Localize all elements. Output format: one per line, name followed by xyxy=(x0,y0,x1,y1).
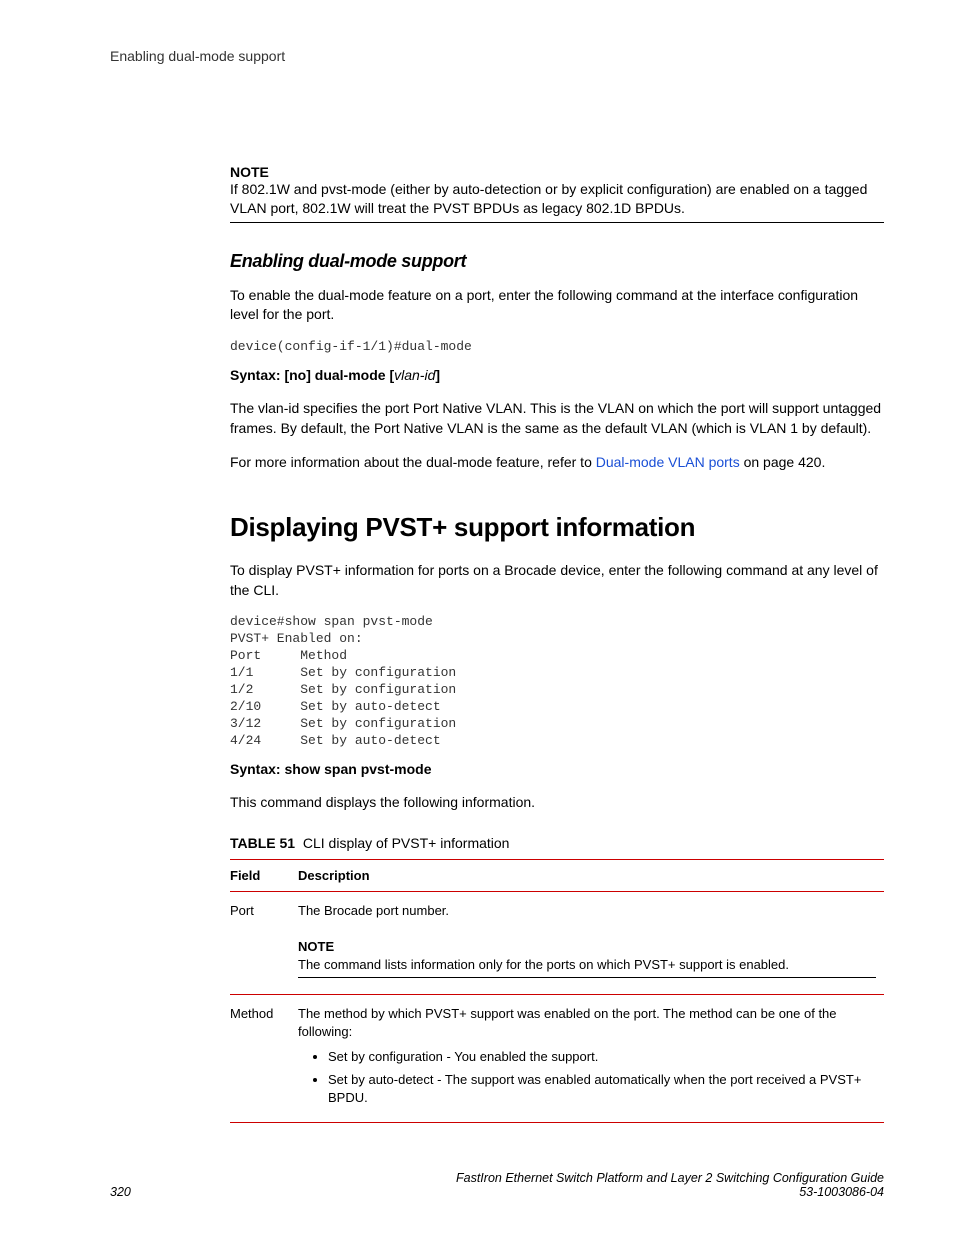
note-text: If 802.1W and pvst-mode (either by auto-… xyxy=(230,181,867,216)
bullet-set-by-config: Set by configuration - You enabled the s… xyxy=(328,1048,876,1066)
footer-doc-title: FastIron Ethernet Switch Platform and La… xyxy=(456,1171,884,1185)
content-area: NOTE If 802.1W and pvst-mode (either by … xyxy=(230,164,884,1123)
table-header-row: Field Description xyxy=(230,859,884,891)
table-title: CLI display of PVST+ information xyxy=(303,835,510,851)
note-label: NOTE xyxy=(230,164,269,180)
bullet-set-by-auto: Set by auto-detect - The support was ena… xyxy=(328,1071,876,1106)
cell-field-method: Method xyxy=(230,995,298,1123)
syntax-show-span: Syntax: show span pvst-mode xyxy=(230,761,431,777)
page-number: 320 xyxy=(110,1185,131,1199)
syntax-line-1: Syntax: [no] dual-mode [vlan-id] xyxy=(230,366,884,386)
cell-desc-method: The method by which PVST+ support was en… xyxy=(298,995,884,1123)
section-heading-enable-dual-mode: Enabling dual-mode support xyxy=(230,251,884,272)
section1-intro: To enable the dual-mode feature on a por… xyxy=(230,286,884,325)
section2-para2: This command displays the following info… xyxy=(230,793,884,813)
section1-para3: For more information about the dual-mode… xyxy=(230,453,884,473)
para3-post: on page 420. xyxy=(740,454,826,470)
running-header: Enabling dual-mode support xyxy=(110,48,884,64)
cell-desc-port: The Brocade port number. NOTE The comman… xyxy=(298,891,884,994)
section2-intro: To display PVST+ information for ports o… xyxy=(230,561,884,600)
method-desc-intro: The method by which PVST+ support was en… xyxy=(298,1005,876,1041)
syntax-bracket-close: ] xyxy=(435,367,440,383)
row-end-separator xyxy=(230,1122,884,1123)
table-row-method: Method The method by which PVST+ support… xyxy=(230,995,884,1123)
section1-para2: The vlan-id specifies the port Port Nati… xyxy=(230,399,884,438)
link-dual-mode-vlan-ports[interactable]: Dual-mode VLAN ports xyxy=(596,454,740,470)
code-block-show-span: device#show span pvst-mode PVST+ Enabled… xyxy=(230,614,884,749)
syntax-var: vlan-id xyxy=(394,367,435,383)
method-bullets: Set by configuration - You enabled the s… xyxy=(298,1048,876,1107)
footer-doc-id: 53-1003086-04 xyxy=(456,1185,884,1199)
page: Enabling dual-mode support NOTE If 802.1… xyxy=(0,0,954,1235)
port-desc-text: The Brocade port number. xyxy=(298,902,876,920)
section-heading-display-pvst: Displaying PVST+ support information xyxy=(230,512,884,543)
code-block-dual-mode: device(config-if-1/1)#dual-mode xyxy=(230,339,884,356)
syntax-line-2: Syntax: show span pvst-mode xyxy=(230,760,884,780)
inner-note-text: The command lists information only for t… xyxy=(298,957,789,972)
para3-pre: For more information about the dual-mode… xyxy=(230,454,596,470)
footer: 320 FastIron Ethernet Switch Platform an… xyxy=(110,1171,884,1199)
inner-note: NOTE The command lists information only … xyxy=(298,938,876,978)
th-field: Field xyxy=(230,859,298,891)
table-pvst-info: Field Description Port The Brocade port … xyxy=(230,859,884,1124)
table-caption: TABLE 51 CLI display of PVST+ informatio… xyxy=(230,835,884,851)
th-description: Description xyxy=(298,859,884,891)
syntax-prefix: Syntax: [no] dual-mode xyxy=(230,367,386,383)
note-block-1: NOTE If 802.1W and pvst-mode (either by … xyxy=(230,164,884,223)
table-row-port: Port The Brocade port number. NOTE The c… xyxy=(230,891,884,994)
footer-right: FastIron Ethernet Switch Platform and La… xyxy=(456,1171,884,1199)
cell-field-port: Port xyxy=(230,891,298,994)
inner-note-label: NOTE xyxy=(298,939,334,954)
table-number: TABLE 51 xyxy=(230,835,295,851)
